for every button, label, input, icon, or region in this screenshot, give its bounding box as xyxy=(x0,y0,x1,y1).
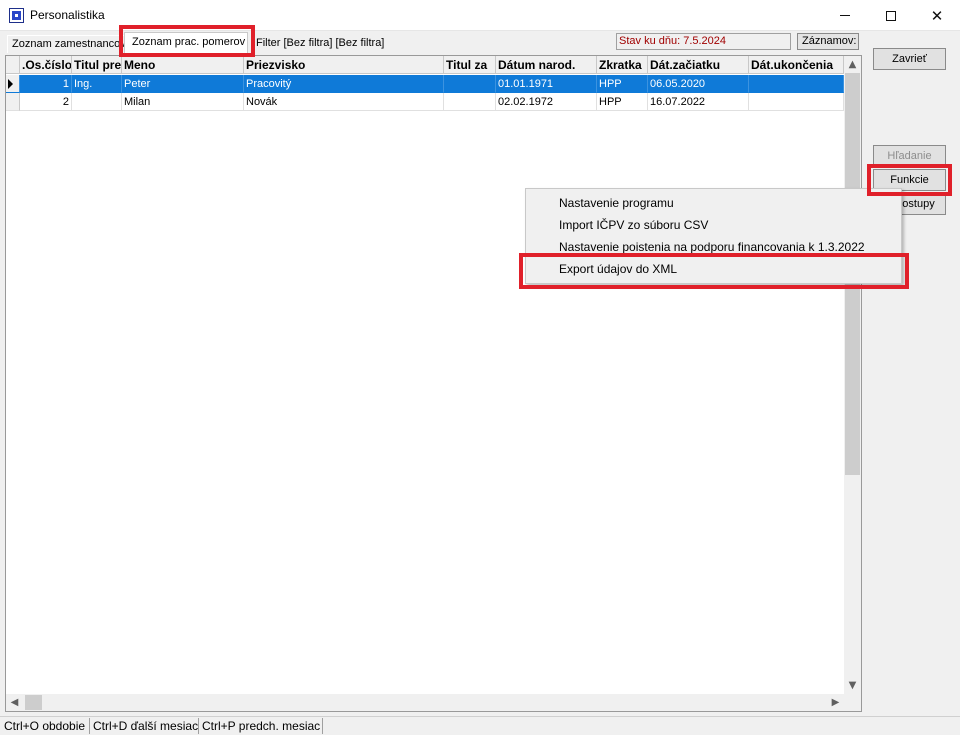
status-divider xyxy=(89,718,90,734)
table-row[interactable]: 1 Ing. Peter Pracovitý 01.01.1971 HPP 06… xyxy=(6,75,844,93)
zavriet-button[interactable]: Zavrieť xyxy=(873,48,946,70)
table-row[interactable]: 2 Milan Novák 02.02.1972 HPP 16.07.2022 xyxy=(6,93,844,111)
stav-ku-dnu-field: Stav ku dňu: 7.5.2024 xyxy=(616,33,791,50)
header-dat-zaciatku[interactable]: Dát.začiatku xyxy=(648,56,749,74)
cell-titul-za xyxy=(444,75,496,93)
status-shortcut-dalsi-mesiac: Ctrl+D ďalší mesiac xyxy=(93,719,199,733)
cell-meno: Peter xyxy=(122,75,244,93)
cell-titul-pred xyxy=(72,93,122,111)
zaznamov-button[interactable]: Záznamov: xyxy=(797,33,859,50)
minimize-button[interactable] xyxy=(822,0,868,31)
menu-item-nastavenie-poistenia[interactable]: Nastavenie poistenia na podporu financov… xyxy=(559,240,865,254)
close-icon: ✕ xyxy=(930,6,944,25)
scroll-down-icon[interactable]: ▼ xyxy=(844,677,861,694)
header-zkratka[interactable]: Zkratka xyxy=(597,56,648,74)
horizontal-scrollbar[interactable]: ◀ ▶ xyxy=(6,694,844,711)
menu-item-import-icpv[interactable]: Import IČPV zo súboru CSV xyxy=(559,218,708,232)
vertical-scrollbar[interactable]: ▲ ▼ xyxy=(844,56,861,694)
status-bar: Ctrl+O obdobie Ctrl+D ďalší mesiac Ctrl+… xyxy=(0,716,960,735)
minimize-icon xyxy=(840,15,850,16)
maximize-icon xyxy=(886,10,896,21)
tab-zoznam-prac-pomerov[interactable]: Zoznam prac. pomerov xyxy=(124,32,248,54)
row-pointer-icon xyxy=(8,79,13,89)
header-datum-narod[interactable]: Dátum narod. xyxy=(496,56,597,74)
row-indicator xyxy=(6,75,20,93)
header-titul-za[interactable]: Titul za xyxy=(444,56,496,74)
hladanie-button[interactable]: Hľadanie xyxy=(873,145,946,167)
scroll-right-icon[interactable]: ▶ xyxy=(827,694,844,711)
status-divider xyxy=(198,718,199,734)
close-button[interactable]: ✕ xyxy=(914,0,960,31)
header-meno[interactable]: Meno xyxy=(122,56,244,74)
tab-zoznam-zamestnancov[interactable]: Zoznam zamestnancov xyxy=(7,35,125,53)
status-shortcut-predch-mesiac: Ctrl+P predch. mesiac xyxy=(202,719,321,733)
cell-os-cislo: 2 xyxy=(20,93,72,111)
grid-header: .Os.číslo Titul pre Meno Priezvisko Titu… xyxy=(6,56,844,74)
cell-zkratka: HPP xyxy=(597,75,648,93)
header-dat-ukoncenia[interactable]: Dát.ukončenia xyxy=(749,56,844,74)
cell-dat-zaciatku: 16.07.2022 xyxy=(648,93,749,111)
employment-grid: .Os.číslo Titul pre Meno Priezvisko Titu… xyxy=(5,55,862,712)
row-indicator xyxy=(6,93,20,111)
header-os-cislo[interactable]: .Os.číslo xyxy=(20,56,72,74)
cell-titul-za xyxy=(444,93,496,111)
filter-label: Filter [Bez filtra] [Bez filtra] xyxy=(256,37,385,49)
cell-priezvisko: Novák xyxy=(244,93,444,111)
cell-priezvisko: Pracovitý xyxy=(244,75,444,93)
cell-datum-narod: 02.02.1972 xyxy=(496,93,597,111)
scroll-up-icon[interactable]: ▲ xyxy=(844,56,861,73)
maximize-button[interactable] xyxy=(868,0,914,31)
cell-os-cislo: 1 xyxy=(20,75,72,93)
cell-titul-pred: Ing. xyxy=(72,75,122,93)
header-titul-pred[interactable]: Titul pre xyxy=(72,56,122,74)
menu-item-export-xml[interactable]: Export údajov do XML xyxy=(559,262,677,276)
status-shortcut-obdobie: Ctrl+O obdobie xyxy=(4,719,86,733)
funkcie-menu: Nastavenie programu Import IČPV zo súbor… xyxy=(525,188,902,284)
cell-dat-zaciatku: 06.05.2020 xyxy=(648,75,749,93)
scroll-left-icon[interactable]: ◀ xyxy=(6,694,23,711)
cell-dat-ukoncenia xyxy=(749,75,844,93)
header-priezvisko[interactable]: Priezvisko xyxy=(244,56,444,74)
menu-item-nastavenie-programu[interactable]: Nastavenie programu xyxy=(559,196,674,210)
app-icon xyxy=(9,8,24,23)
title-bar: Personalistika ✕ xyxy=(0,0,960,31)
cell-meno: Milan xyxy=(122,93,244,111)
cell-datum-narod: 01.01.1971 xyxy=(496,75,597,93)
header-indicator xyxy=(6,56,20,74)
horizontal-scroll-thumb[interactable] xyxy=(25,695,42,710)
cell-zkratka: HPP xyxy=(597,93,648,111)
tab-bar: Zoznam zamestnancov Zoznam prac. pomerov… xyxy=(4,32,862,54)
window-title: Personalistika xyxy=(30,8,105,22)
status-divider xyxy=(322,718,323,734)
scrollbar-corner xyxy=(844,694,861,711)
cell-dat-ukoncenia xyxy=(749,93,844,111)
